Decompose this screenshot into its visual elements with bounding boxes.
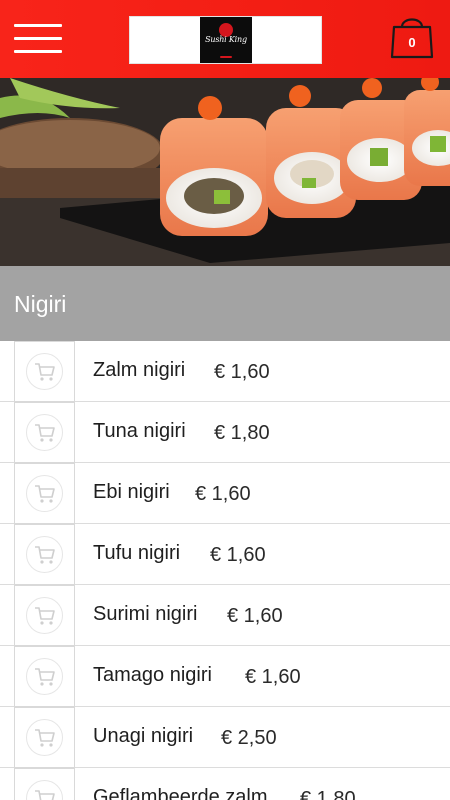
brand-logo[interactable]: Sushi King [129,16,322,64]
shopping-cart-icon [35,546,55,564]
shopping-cart-icon [35,363,55,381]
item-name: Unagi nigiri [93,725,194,747]
menu-item-row: Tuna nigiri € 1,80 [0,402,450,463]
add-to-cart-button[interactable] [14,707,75,768]
shopping-cart-icon [35,790,55,800]
menu-item-row: Ebi nigiri € 1,60 [0,463,450,524]
item-price: € 1,60 [195,483,251,505]
add-to-cart-button[interactable] [14,463,75,524]
shopping-cart-icon [35,607,55,625]
hamburger-menu-icon[interactable] [14,24,62,54]
hero-banner-image [0,78,450,266]
add-to-cart-button[interactable] [14,585,75,646]
menu-item-row: Tufu nigiri € 1,60 [0,524,450,585]
item-name: Tuna nigiri [93,420,186,442]
add-to-cart-button[interactable] [14,524,75,585]
item-price: € 1,80 [300,788,356,800]
item-price: € 2,50 [221,727,277,749]
cart-button[interactable]: 0 [390,13,434,59]
add-to-cart-button[interactable] [14,646,75,707]
item-name: Tufu nigiri [93,542,181,564]
add-to-cart-button[interactable] [14,341,75,402]
item-price: € 1,60 [214,361,270,383]
category-title: Nigiri [14,291,67,317]
menu-item-list: Zalm nigiri € 1,60 Tuna nigiri € 1,80 Eb… [0,341,450,800]
add-to-cart-button[interactable] [14,402,75,463]
category-header: Nigiri [0,266,450,341]
item-name: Ebi nigiri [93,481,170,503]
shopping-cart-icon [35,485,55,503]
sushi-king-logo-icon: Sushi King [200,17,252,63]
shopping-cart-icon [35,729,55,747]
item-price: € 1,60 [227,605,283,627]
cart-count-badge: 0 [408,35,416,50]
menu-item-row: Unagi nigiri € 2,50 [0,707,450,768]
item-price: € 1,60 [210,544,266,566]
logo-text: Sushi King [205,35,247,44]
menu-item-row: Zalm nigiri € 1,60 [0,341,450,402]
shopping-cart-icon [35,424,55,442]
app-header: Sushi King 0 [0,0,450,78]
item-name: Geflambeerde zalm [93,786,268,800]
menu-item-row: Surimi nigiri € 1,60 [0,585,450,646]
menu-item-row: Tamago nigiri € 1,60 [0,646,450,707]
item-price: € 1,60 [245,666,301,688]
item-name: Tamago nigiri [93,664,212,686]
menu-item-row: Geflambeerde zalm € 1,80 [0,768,450,800]
item-name: Zalm nigiri [93,359,186,381]
shopping-cart-icon [35,668,55,686]
item-name: Surimi nigiri [93,603,198,625]
item-price: € 1,80 [214,422,270,444]
add-to-cart-button[interactable] [14,768,75,800]
